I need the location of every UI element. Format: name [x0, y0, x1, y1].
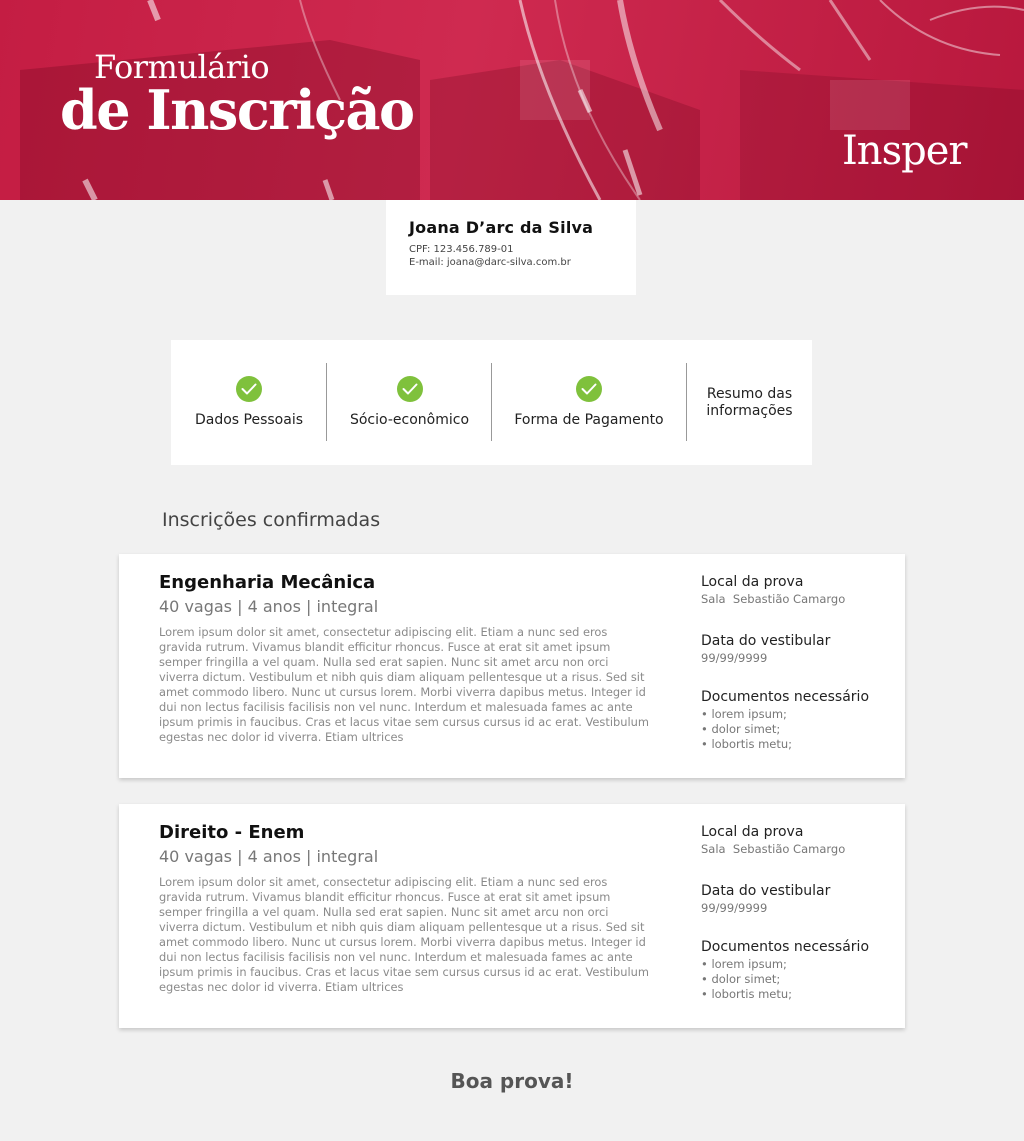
exam-date: Data do vestibular 99/99/9999: [701, 633, 901, 665]
user-cpf: CPF: 123.456.789-01: [409, 244, 514, 255]
user-email: E-mail: joana@darc-silva.com.br: [409, 257, 571, 268]
exam-date-label: Data do vestibular: [701, 633, 831, 649]
check-icon: [236, 376, 262, 402]
required-documents-label: Documentos necessário: [701, 939, 870, 955]
course-description: Lorem ipsum dolor sit amet, consectetur …: [159, 875, 649, 994]
step-dados-pessoais[interactable]: Dados Pessoais: [171, 340, 327, 465]
list-item: • lobortis metu;: [701, 737, 793, 751]
exam-date-value: 99/99/9999: [701, 651, 768, 665]
step-label: Forma de Pagamento: [514, 412, 664, 428]
exam-location-value: Sala Sebastião Camargo: [701, 592, 846, 606]
course-title: Engenharia Mecânica: [159, 572, 376, 593]
exam-date-label: Data do vestibular: [701, 883, 831, 899]
list-item: • lorem ipsum;: [701, 957, 787, 971]
user-info-card: Joana D’arc da Silva CPF: 123.456.789-01…: [386, 200, 636, 295]
exam-location: Local da prova Sala Sebastião Camargo: [701, 574, 901, 606]
step-label-line1: Resumo das: [706, 385, 793, 402]
footer-message: Boa prova!: [450, 1069, 574, 1093]
check-icon: [576, 376, 602, 402]
header-banner: Formulário de Inscrição Insper: [0, 0, 1024, 200]
exam-date-value: 99/99/9999: [701, 901, 768, 915]
course-title: Direito - Enem: [159, 822, 305, 843]
required-documents: Documentos necessário • lorem ipsum; • d…: [701, 689, 901, 752]
exam-location-label: Local da prova: [701, 824, 804, 840]
list-item: • lorem ipsum;: [701, 707, 787, 721]
step-label-line2: informações: [706, 402, 793, 419]
step-socio-economico[interactable]: Sócio-econômico: [327, 340, 492, 465]
progress-steps: Dados Pessoais Sócio-econômico Forma de …: [171, 340, 812, 465]
exam-date: Data do vestibular 99/99/9999: [701, 883, 901, 915]
list-item: • dolor simet;: [701, 972, 781, 986]
exam-location: Local da prova Sala Sebastião Camargo: [701, 824, 901, 856]
course-meta: 40 vagas | 4 anos | integral: [159, 597, 379, 616]
course-card: Engenharia Mecânica 40 vagas | 4 anos | …: [119, 554, 905, 778]
step-label: Dados Pessoais: [194, 412, 304, 428]
step-label: Sócio-econômico: [349, 412, 470, 428]
step-forma-pagamento[interactable]: Forma de Pagamento: [492, 340, 686, 465]
insper-logo: Insper: [842, 128, 967, 174]
exam-location-value: Sala Sebastião Camargo: [701, 842, 846, 856]
exam-location-label: Local da prova: [701, 574, 804, 590]
step-resumo[interactable]: Resumo das informações: [687, 340, 812, 465]
user-name: Joana D’arc da Silva: [409, 218, 594, 237]
check-icon: [396, 376, 423, 402]
banner-title-line2: de Inscrição: [60, 78, 415, 142]
required-documents-label: Documentos necessário: [701, 689, 870, 705]
document-list: • lorem ipsum; • dolor simet; • lobortis…: [701, 707, 901, 752]
course-card: Direito - Enem 40 vagas | 4 anos | integ…: [119, 804, 905, 1028]
list-item: • dolor simet;: [701, 722, 781, 736]
list-item: • lobortis metu;: [701, 987, 793, 1001]
document-list: • lorem ipsum; • dolor simet; • lobortis…: [701, 957, 901, 1002]
step-label: Resumo das informações: [706, 386, 792, 420]
section-title: Inscrições confirmadas: [162, 509, 381, 531]
required-documents: Documentos necessário • lorem ipsum; • d…: [701, 939, 901, 1002]
course-description: Lorem ipsum dolor sit amet, consectetur …: [159, 625, 649, 744]
course-meta: 40 vagas | 4 anos | integral: [159, 847, 379, 866]
